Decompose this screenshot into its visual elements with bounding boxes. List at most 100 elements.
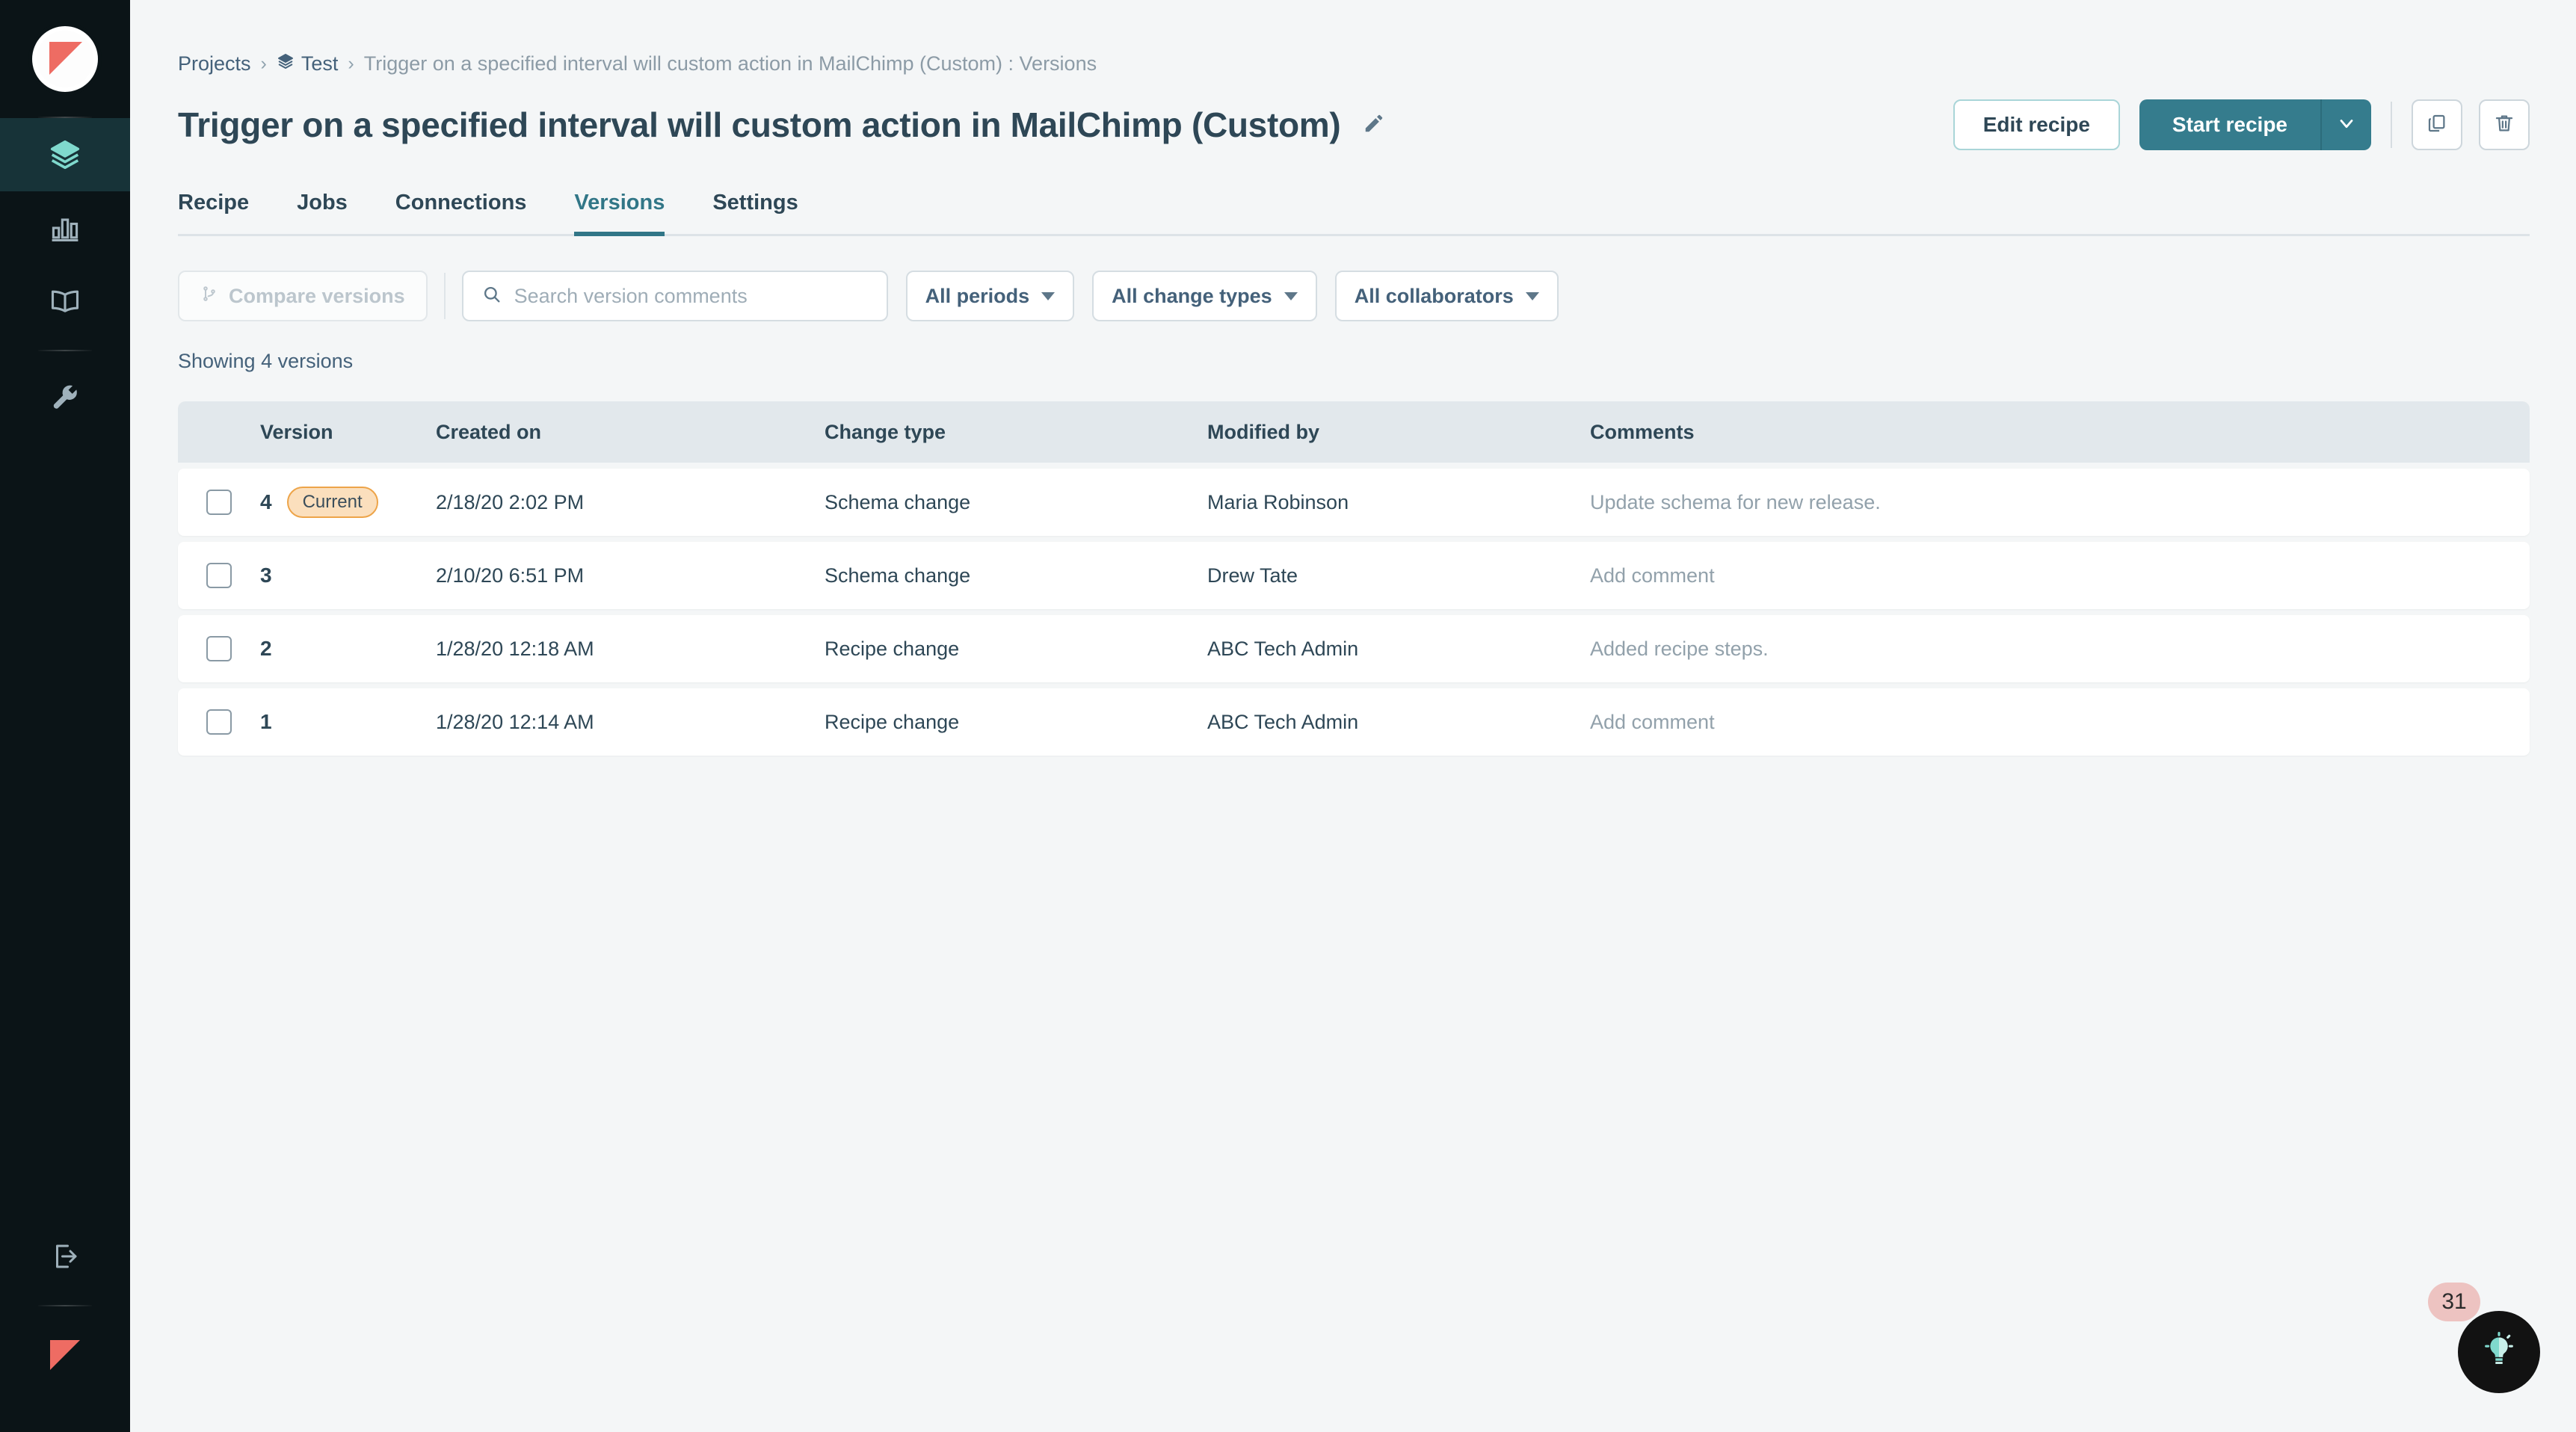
sidebar-item-recipes[interactable] (0, 118, 130, 191)
row-checkbox-cell (178, 709, 260, 735)
collaborators-filter[interactable]: All collaborators (1335, 271, 1559, 321)
row-created-on: 1/28/20 12:14 AM (436, 711, 825, 734)
delete-recipe-button[interactable] (2479, 99, 2530, 150)
table-row[interactable]: 3 2/10/20 6:51 PM Schema change Drew Tat… (178, 542, 2530, 609)
collaborators-filter-label: All collaborators (1355, 285, 1514, 308)
column-header-change-type: Change type (825, 421, 1207, 444)
sidebar-item-logout[interactable] (0, 1220, 130, 1293)
version-number: 4 (260, 490, 272, 514)
toolbar-divider (444, 273, 446, 319)
clone-recipe-button[interactable] (2412, 99, 2462, 150)
start-recipe-group: Start recipe (2139, 99, 2371, 150)
sidebar-item-analytics[interactable] (0, 191, 130, 265)
sidebar-divider-mid (38, 350, 92, 351)
tab-recipe[interactable]: Recipe (178, 191, 249, 236)
search-box[interactable] (462, 271, 888, 321)
tab-versions[interactable]: Versions (574, 191, 665, 236)
row-created-on: 2/10/20 6:51 PM (436, 564, 825, 587)
lightbulb-icon (2479, 1330, 2519, 1374)
versions-table: Version Created on Change type Modified … (178, 401, 2530, 756)
row-checkbox-cell (178, 636, 260, 661)
search-input[interactable] (514, 285, 869, 308)
breadcrumb-projects[interactable]: Projects (178, 52, 251, 75)
row-comment[interactable]: Added recipe steps. (1590, 638, 2530, 661)
chevron-down-icon (1526, 292, 1539, 300)
start-recipe-button[interactable]: Start recipe (2139, 99, 2320, 150)
row-version-cell: 2 (260, 637, 436, 661)
layers-icon (277, 52, 295, 75)
column-header-comments: Comments (1590, 421, 2530, 444)
row-change-type: Schema change (825, 564, 1207, 587)
header-actions: Edit recipe Start recipe (1953, 99, 2530, 150)
main-content: Projects › Test › Trigger on a specified… (130, 0, 2576, 1432)
git-branch-icon (200, 284, 218, 309)
layers-icon (48, 138, 82, 172)
row-modified-by: ABC Tech Admin (1207, 711, 1590, 734)
breadcrumb-separator-2: › (348, 55, 354, 73)
help-button[interactable] (2458, 1311, 2540, 1393)
wrench-icon (49, 383, 81, 416)
sidebar-logo-mark[interactable] (0, 1318, 130, 1392)
help-badge-count: 31 (2428, 1283, 2480, 1321)
trash-icon (2493, 112, 2515, 138)
breadcrumb: Projects › Test › Trigger on a specified… (178, 52, 2530, 75)
row-version-cell: 4 Current (260, 487, 436, 518)
periods-filter-label: All periods (925, 285, 1030, 308)
book-icon (49, 285, 81, 318)
workato-logo-mark (49, 42, 82, 75)
row-checkbox[interactable] (206, 636, 232, 661)
compare-versions-label: Compare versions (229, 285, 405, 308)
version-number: 2 (260, 637, 272, 661)
row-version-cell: 3 (260, 564, 436, 587)
row-change-type: Recipe change (825, 638, 1207, 661)
change-types-filter[interactable]: All change types (1092, 271, 1317, 321)
status-badge: Current (287, 487, 378, 518)
tab-bar: Recipe Jobs Connections Versions Setting… (178, 191, 2530, 236)
compare-versions-button[interactable]: Compare versions (178, 271, 428, 321)
row-comment[interactable]: Add comment (1590, 711, 2530, 734)
row-checkbox[interactable] (206, 709, 232, 735)
chevron-down-icon (1041, 292, 1055, 300)
row-checkbox[interactable] (206, 490, 232, 515)
tab-jobs[interactable]: Jobs (297, 191, 348, 236)
sidebar (0, 0, 130, 1432)
table-row[interactable]: 4 Current 2/18/20 2:02 PM Schema change … (178, 469, 2530, 536)
chevron-down-icon (2336, 113, 2357, 138)
search-icon (481, 284, 502, 309)
logout-icon (49, 1241, 81, 1272)
table-row[interactable]: 1 1/28/20 12:14 AM Recipe change ABC Tec… (178, 688, 2530, 756)
column-header-version: Version (260, 421, 436, 444)
pencil-icon[interactable] (1363, 112, 1385, 138)
sidebar-item-tools[interactable] (0, 363, 130, 436)
app-root: Projects › Test › Trigger on a specified… (0, 0, 2576, 1432)
row-comment[interactable]: Update schema for new release. (1590, 491, 2530, 514)
edit-recipe-button[interactable]: Edit recipe (1953, 99, 2120, 150)
sidebar-bottom (0, 1220, 130, 1432)
row-created-on: 2/18/20 2:02 PM (436, 491, 825, 514)
versions-toolbar: Compare versions All periods All change … (178, 271, 2530, 321)
tab-settings[interactable]: Settings (712, 191, 798, 236)
change-types-filter-label: All change types (1112, 285, 1272, 308)
periods-filter[interactable]: All periods (906, 271, 1075, 321)
row-checkbox-cell (178, 563, 260, 588)
version-number: 3 (260, 564, 272, 587)
tab-connections[interactable]: Connections (395, 191, 527, 236)
row-created-on: 1/28/20 12:18 AM (436, 638, 825, 661)
row-comment[interactable]: Add comment (1590, 564, 2530, 587)
breadcrumb-project[interactable]: Test (277, 52, 339, 75)
workato-mark-icon (50, 1340, 80, 1370)
breadcrumb-current: Trigger on a specified interval will cus… (364, 52, 1097, 75)
actions-divider (2391, 102, 2392, 148)
row-change-type: Schema change (825, 491, 1207, 514)
row-checkbox[interactable] (206, 563, 232, 588)
workato-logo[interactable] (32, 26, 98, 92)
bar-chart-icon (49, 212, 81, 244)
results-summary: Showing 4 versions (178, 350, 2530, 373)
table-row[interactable]: 2 1/28/20 12:18 AM Recipe change ABC Tec… (178, 615, 2530, 682)
column-header-created-on: Created on (436, 421, 825, 444)
row-checkbox-cell (178, 490, 260, 515)
row-change-type: Recipe change (825, 711, 1207, 734)
sidebar-item-library[interactable] (0, 265, 130, 338)
breadcrumb-project-label: Test (301, 52, 339, 75)
start-recipe-dropdown-button[interactable] (2320, 99, 2371, 150)
